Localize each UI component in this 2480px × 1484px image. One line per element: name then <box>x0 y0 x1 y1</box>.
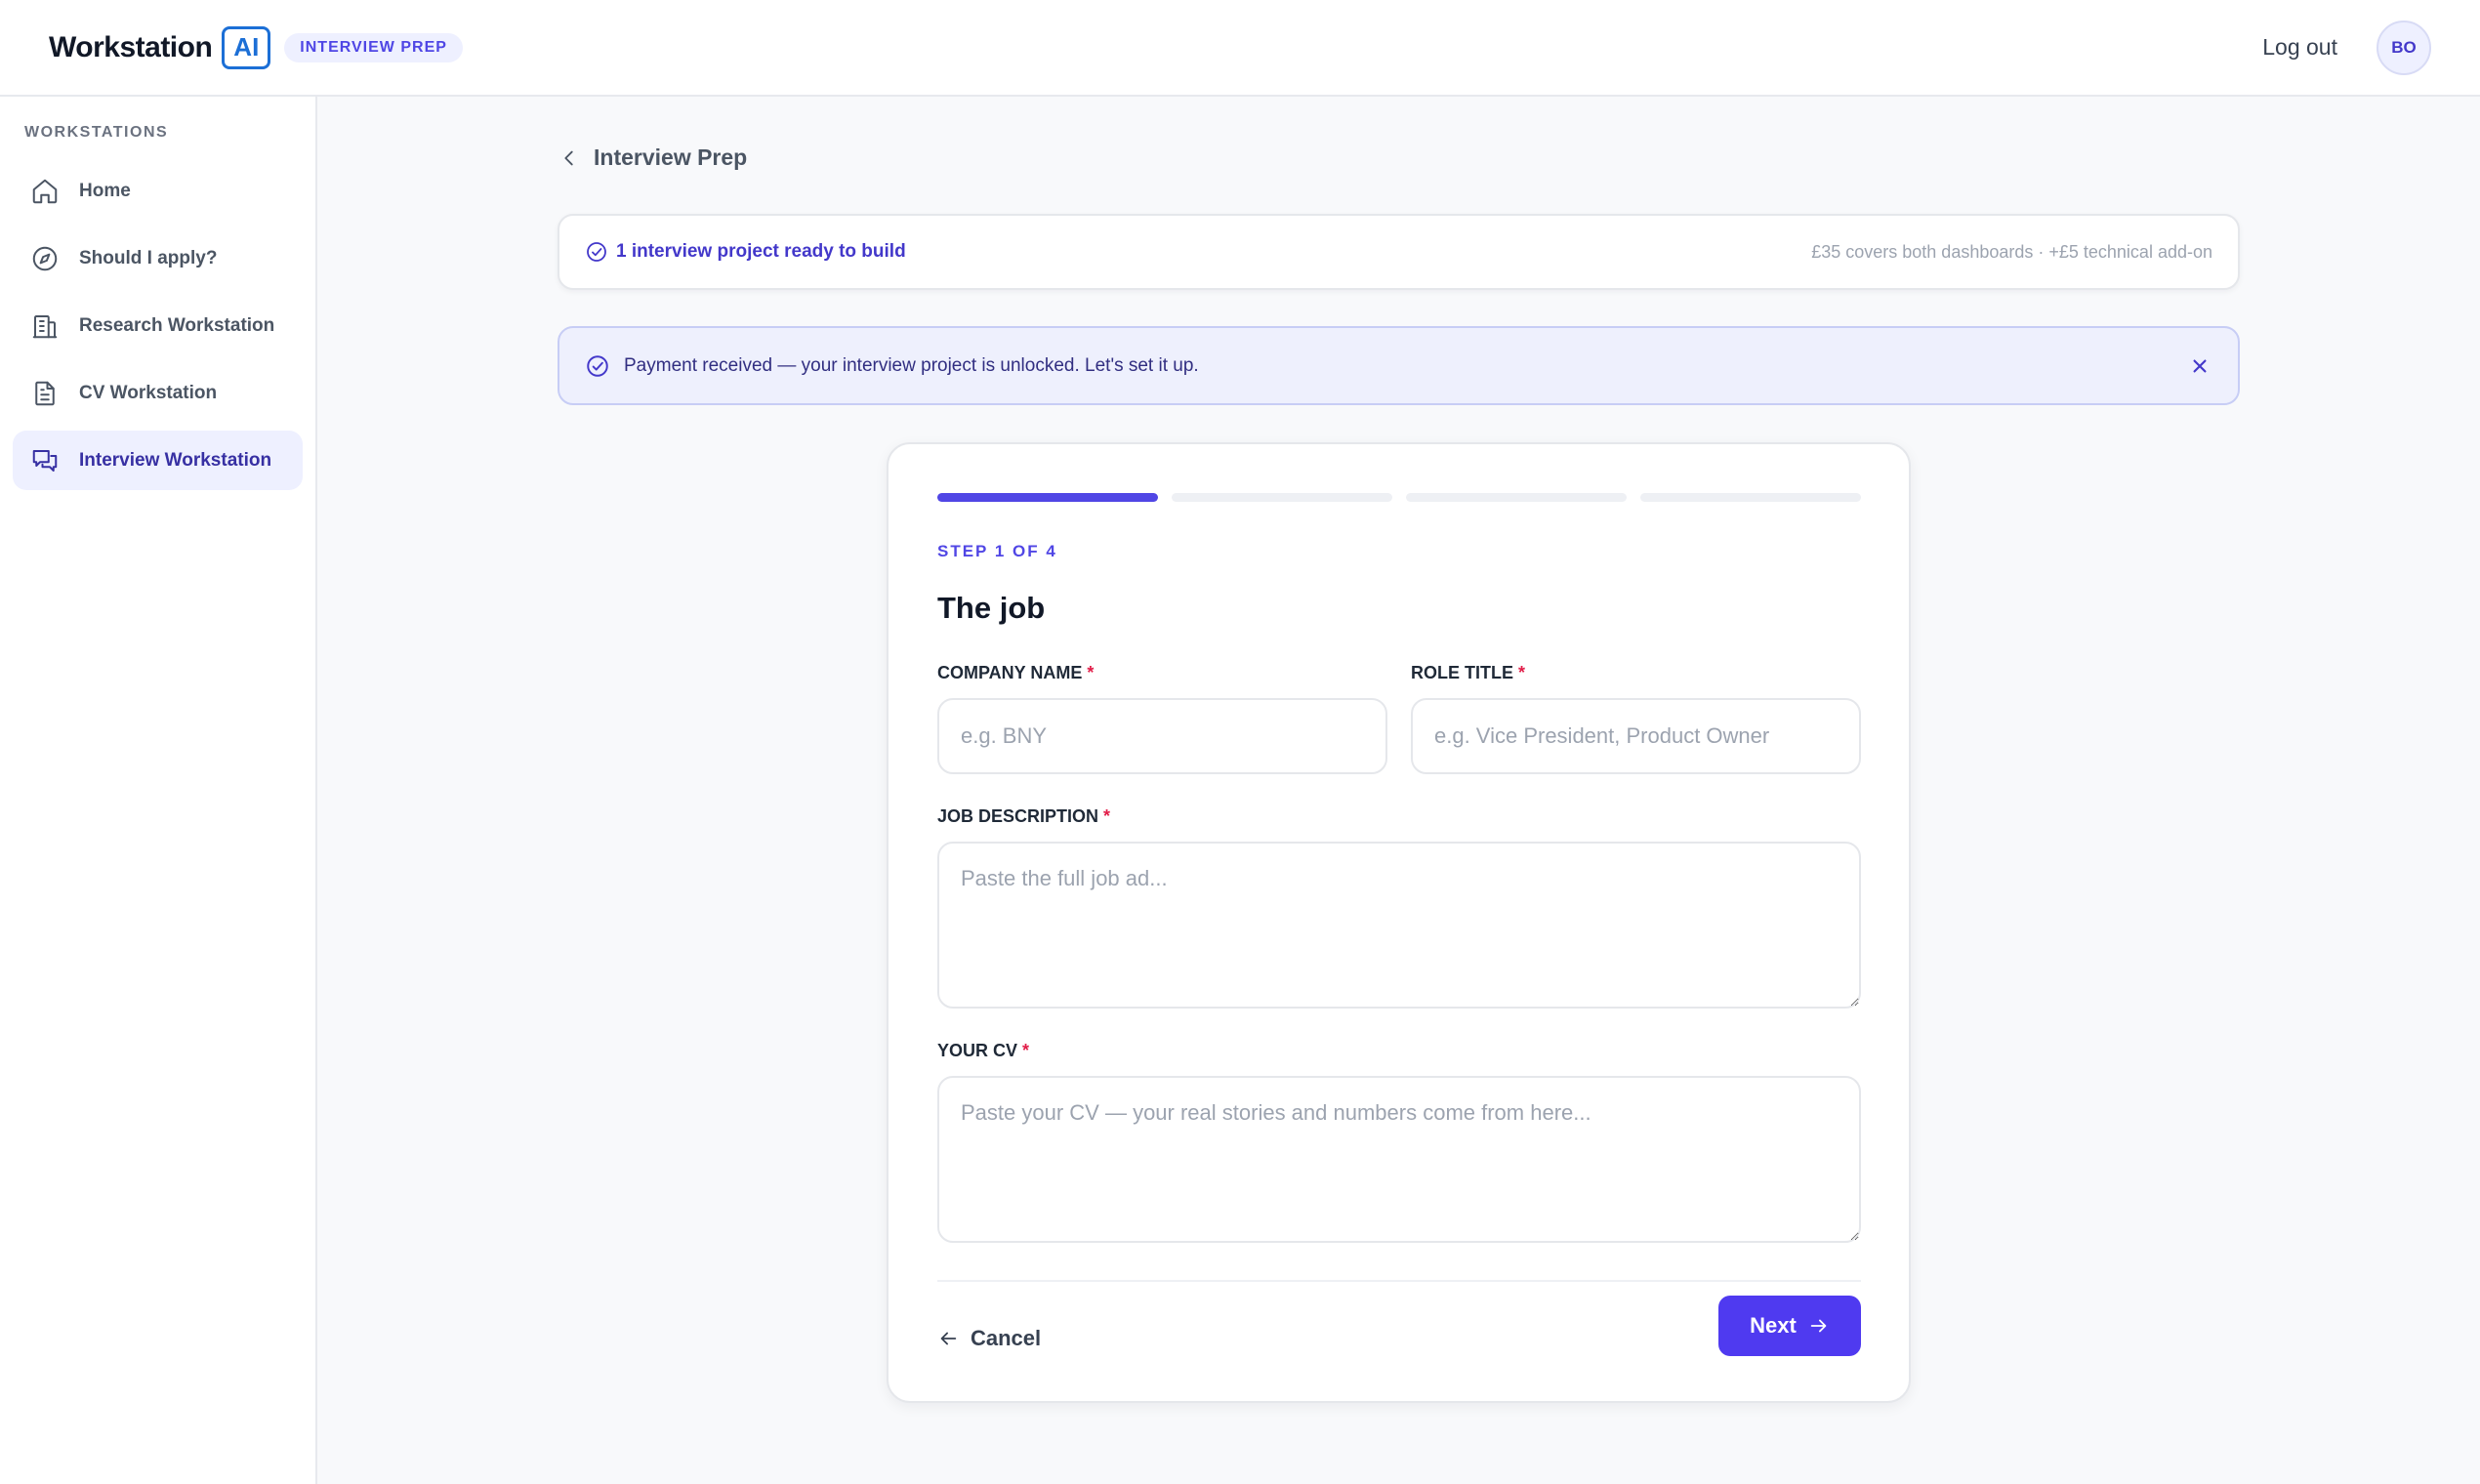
field-label-text: COMPANY NAME <box>937 663 1083 682</box>
company-name-label: COMPANY NAME * <box>937 663 1094 683</box>
pricing-note: £35 covers both dashboards · +£5 technic… <box>1811 241 2212 262</box>
sidebar-item-label: Home <box>79 180 131 201</box>
step-segment <box>1640 493 1861 502</box>
arrow-right-icon <box>1810 1319 1827 1333</box>
project-status-text: 1 interview project ready to build <box>616 241 906 262</box>
cancel-label: Cancel <box>971 1326 1042 1350</box>
sidebar-item-cv-workstation[interactable]: CV Workstation <box>13 363 303 423</box>
alert-message: Payment received — your interview projec… <box>624 354 1199 376</box>
required-mark: * <box>1103 806 1111 826</box>
sidebar-item-label: Interview Workstation <box>79 449 272 471</box>
sidebar-item-label: CV Workstation <box>79 382 218 403</box>
company-name-input[interactable] <box>937 698 1387 774</box>
chevron-left-icon <box>564 150 573 165</box>
sidebar-item-home[interactable]: Home <box>13 161 303 221</box>
sidebar: WORKSTATIONS Home Should I apply? Resear… <box>0 97 317 1484</box>
sidebar-item-interview-workstation[interactable]: Interview Workstation <box>13 431 303 490</box>
chat-icon <box>32 449 58 472</box>
step-segment <box>937 493 1158 502</box>
arrow-left-icon <box>940 1332 957 1345</box>
required-mark: * <box>1518 663 1526 682</box>
compass-icon <box>32 246 58 270</box>
sidebar-item-research-workstation[interactable]: Research Workstation <box>13 296 303 355</box>
check-circle-icon <box>587 242 606 262</box>
back-link[interactable]: Interview Prep <box>558 144 747 171</box>
required-mark: * <box>1087 663 1095 682</box>
cancel-button[interactable]: Cancel <box>937 1309 1041 1368</box>
project-status: 1 interview project ready to build <box>585 240 906 264</box>
next-label: Next <box>1750 1313 1797 1338</box>
close-icon[interactable] <box>2187 353 2212 379</box>
footer-divider <box>937 1280 1861 1282</box>
brand-logo[interactable]: Workstation AI INTERVIEW PREP <box>49 25 463 69</box>
job-description-textarea[interactable] <box>937 842 1861 1009</box>
sidebar-item-label: Research Workstation <box>79 314 275 336</box>
document-icon <box>35 381 55 405</box>
step-segment <box>1172 493 1392 502</box>
field-label-text: ROLE TITLE <box>1411 663 1513 682</box>
building-icon <box>32 314 58 338</box>
sidebar-heading: WORKSTATIONS <box>24 124 169 141</box>
card-title: The job <box>937 591 1046 625</box>
payment-alert: Payment received — your interview projec… <box>558 326 2240 405</box>
avatar[interactable]: BO <box>2377 20 2431 75</box>
role-title-label: ROLE TITLE * <box>1411 663 1525 683</box>
role-title-input[interactable] <box>1411 698 1861 774</box>
check-circle-icon <box>587 354 608 377</box>
alert-content: Payment received — your interview projec… <box>585 353 1199 379</box>
step-label: STEP 1 OF 4 <box>937 542 1057 560</box>
home-icon <box>32 179 58 203</box>
logout-link[interactable]: Log out <box>2262 34 2337 61</box>
top-bar: Workstation AI INTERVIEW PREP Log out BO <box>0 0 2480 97</box>
field-label-text: JOB DESCRIPTION <box>937 806 1099 826</box>
brand-wordmark: Workstation <box>49 30 213 63</box>
next-button[interactable]: Next <box>1718 1296 1861 1356</box>
step-segment <box>1406 493 1627 502</box>
brand-ai-mark: AI <box>222 25 271 69</box>
field-label-text: YOUR CV <box>937 1041 1018 1060</box>
section-badge: INTERVIEW PREP <box>284 32 463 62</box>
cv-textarea[interactable] <box>937 1076 1861 1243</box>
header-actions: Log out BO <box>2262 20 2431 75</box>
wizard-card: STEP 1 OF 4 The job COMPANY NAME * ROLE … <box>887 442 1911 1403</box>
job-description-label: JOB DESCRIPTION * <box>937 806 1110 827</box>
project-status-bar: 1 interview project ready to build £35 c… <box>558 214 2240 290</box>
step-progress <box>937 493 1861 502</box>
back-link-label: Interview Prep <box>594 144 748 170</box>
sidebar-item-label: Should I apply? <box>79 247 218 268</box>
required-mark: * <box>1022 1041 1030 1060</box>
cv-label: YOUR CV * <box>937 1041 1029 1061</box>
sidebar-item-should-i-apply[interactable]: Should I apply? <box>13 228 303 288</box>
